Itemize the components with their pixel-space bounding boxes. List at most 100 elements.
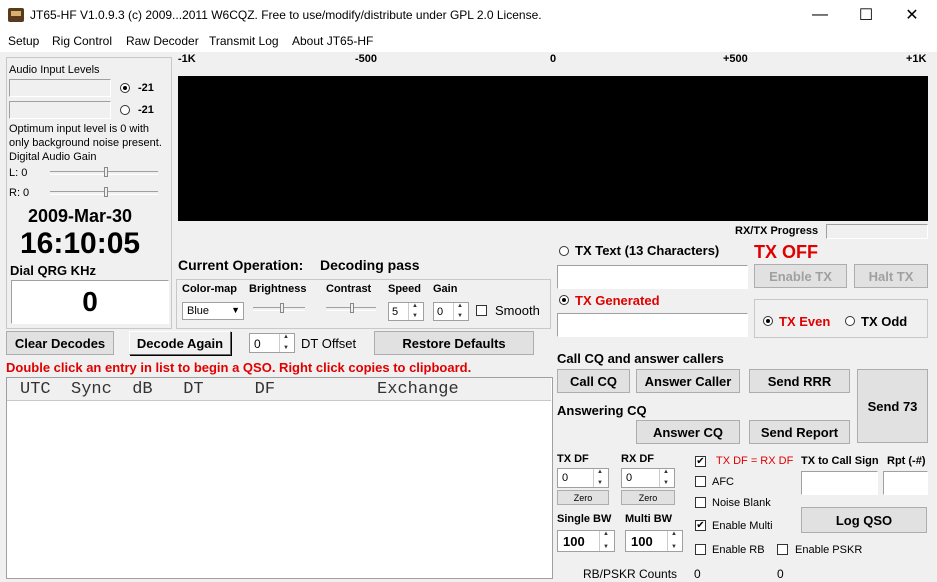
single-bw-spin-arrows[interactable] bbox=[599, 531, 614, 551]
dt-offset-label: DT Offset bbox=[301, 336, 357, 351]
menu-transmit-log[interactable]: Transmit Log bbox=[209, 34, 279, 48]
send-report-button[interactable]: Send Report bbox=[749, 420, 850, 444]
menu-setup[interactable]: Setup bbox=[8, 34, 39, 48]
decode-list-columns: UTC Sync dB DT DF Exchange bbox=[20, 380, 459, 399]
rpt-input[interactable] bbox=[883, 471, 928, 495]
window-title: JT65-HF V1.0.9.3 (c) 2009...2011 W6CQZ. … bbox=[30, 8, 542, 22]
answer-caller-button[interactable]: Answer Caller bbox=[636, 369, 740, 393]
brightness-slider[interactable] bbox=[280, 303, 284, 313]
tx-even-radio[interactable] bbox=[763, 316, 773, 326]
scale-plus-1k: +1K bbox=[906, 53, 927, 65]
rx-df-spinner[interactable]: 0 bbox=[621, 468, 675, 488]
menu-raw-decoder[interactable]: Raw Decoder bbox=[126, 34, 199, 48]
decode-again-button[interactable]: Decode Again bbox=[129, 331, 231, 355]
tx-even-label: TX Even bbox=[779, 314, 831, 329]
smooth-checkbox[interactable] bbox=[476, 305, 487, 316]
tx-df-zero-button[interactable]: Zero bbox=[557, 490, 609, 505]
menu-rig-control[interactable]: Rig Control bbox=[52, 34, 112, 48]
tx-df-spin-arrows[interactable] bbox=[593, 469, 608, 487]
enable-rb-label: Enable RB bbox=[712, 544, 765, 556]
enable-multi-checkbox[interactable]: ✔ bbox=[695, 520, 706, 531]
brightness-label: Brightness bbox=[249, 283, 307, 295]
send-73-button[interactable]: Send 73 bbox=[857, 369, 928, 443]
noise-blank-checkbox[interactable] bbox=[695, 497, 706, 508]
scale-plus-500: +500 bbox=[723, 53, 748, 65]
tx-text-radio[interactable] bbox=[559, 246, 569, 256]
single-bw-spinner[interactable]: 100 bbox=[557, 530, 615, 552]
gain-title: Digital Audio Gain bbox=[9, 151, 97, 163]
contrast-slider[interactable] bbox=[350, 303, 354, 313]
enable-rb-checkbox[interactable] bbox=[695, 544, 706, 555]
enable-pskr-checkbox[interactable] bbox=[777, 544, 788, 555]
tx-generated-input[interactable] bbox=[557, 313, 748, 337]
restore-defaults-button[interactable]: Restore Defaults bbox=[374, 331, 534, 355]
afc-checkbox[interactable] bbox=[695, 476, 706, 487]
level-radio-2[interactable] bbox=[120, 105, 130, 115]
tx-df-spinner[interactable]: 0 bbox=[557, 468, 609, 488]
gain-left-label: L: 0 bbox=[9, 167, 28, 179]
minimize-button[interactable]: — bbox=[797, 0, 843, 30]
rpt-label: Rpt (-#) bbox=[887, 455, 926, 467]
dial-qrg-label: Dial QRG KHz bbox=[10, 263, 96, 278]
level-value-2: -21 bbox=[138, 104, 154, 116]
tx-generated-radio[interactable] bbox=[559, 295, 569, 305]
txdf-eq-rxdf-label: TX DF = RX DF bbox=[716, 455, 794, 467]
speed-spin-arrows[interactable] bbox=[408, 303, 423, 320]
answer-cq-button[interactable]: Answer CQ bbox=[636, 420, 740, 444]
speed-spinner[interactable]: 5 bbox=[388, 302, 424, 321]
rx-df-spin-arrows[interactable] bbox=[659, 469, 674, 487]
tx-to-call-label: TX to Call Sign bbox=[801, 455, 879, 467]
waterfall-display[interactable] bbox=[178, 76, 928, 221]
tx-status: TX OFF bbox=[754, 242, 818, 262]
log-qso-button[interactable]: Log QSO bbox=[801, 507, 927, 533]
menu-about[interactable]: About JT65-HF bbox=[292, 34, 373, 48]
txdf-eq-rxdf-checkbox[interactable]: ✔ bbox=[695, 456, 706, 467]
rb-pskr-counts-label: RB/PSKR Counts bbox=[583, 567, 678, 581]
level-radio-1[interactable] bbox=[120, 83, 130, 93]
rx-df-label: RX DF bbox=[621, 453, 654, 465]
enable-tx-button[interactable]: Enable TX bbox=[754, 264, 847, 288]
multi-bw-spinner[interactable]: 100 bbox=[625, 530, 683, 552]
halt-tx-button[interactable]: Halt TX bbox=[854, 264, 928, 288]
colormap-select[interactable]: Blue ▼ bbox=[182, 302, 244, 320]
dt-offset-spinner[interactable]: 0 bbox=[249, 333, 295, 353]
call-cq-button[interactable]: Call CQ bbox=[557, 369, 630, 393]
dt-spin-arrows[interactable] bbox=[279, 334, 294, 352]
tx-to-call-input[interactable] bbox=[801, 471, 878, 495]
gain-left-slider[interactable] bbox=[104, 167, 108, 177]
pskr-count: 0 bbox=[777, 567, 784, 581]
single-bw-value: 100 bbox=[563, 534, 585, 549]
answering-cq-title: Answering CQ bbox=[557, 403, 647, 418]
level-value-1: -21 bbox=[138, 82, 154, 94]
single-bw-label: Single BW bbox=[557, 513, 612, 525]
multi-bw-spin-arrows[interactable] bbox=[667, 531, 682, 551]
scale-minus-500: -500 bbox=[355, 53, 378, 65]
gain-right-slider[interactable] bbox=[104, 187, 108, 197]
cq-title: Call CQ and answer callers bbox=[557, 351, 724, 366]
send-rrr-button[interactable]: Send RRR bbox=[749, 369, 850, 393]
tx-text-input[interactable] bbox=[557, 265, 748, 289]
menu-bar: Setup Rig Control Raw Decoder Transmit L… bbox=[0, 30, 937, 52]
gain-spinner[interactable]: 0 bbox=[433, 302, 469, 321]
clear-decodes-button[interactable]: Clear Decodes bbox=[6, 331, 114, 355]
rx-df-value: 0 bbox=[626, 472, 633, 484]
gain-right-label: R: 0 bbox=[9, 187, 30, 199]
date-display: 2009-Mar-30 bbox=[28, 206, 133, 226]
speed-value: 5 bbox=[392, 306, 399, 318]
level-meter-1 bbox=[9, 79, 111, 97]
speed-label: Speed bbox=[388, 283, 422, 295]
multi-bw-value: 100 bbox=[631, 534, 653, 549]
tx-df-label: TX DF bbox=[557, 453, 589, 465]
close-button[interactable]: ✕ bbox=[889, 0, 935, 30]
noise-blank-label: Noise Blank bbox=[712, 497, 771, 509]
gain-spin-arrows[interactable] bbox=[453, 303, 468, 320]
rx-df-zero-button[interactable]: Zero bbox=[621, 490, 675, 505]
decode-list[interactable] bbox=[6, 377, 553, 579]
tx-generated-label: TX Generated bbox=[575, 293, 660, 308]
tx-odd-radio[interactable] bbox=[845, 316, 855, 326]
dial-qrg-field[interactable]: 0 bbox=[11, 280, 169, 324]
enable-multi-label: Enable Multi bbox=[712, 520, 773, 532]
audio-levels-title: Audio Input Levels bbox=[9, 64, 100, 76]
contrast-label: Contrast bbox=[326, 283, 372, 295]
maximize-button[interactable]: ☐ bbox=[843, 0, 889, 30]
